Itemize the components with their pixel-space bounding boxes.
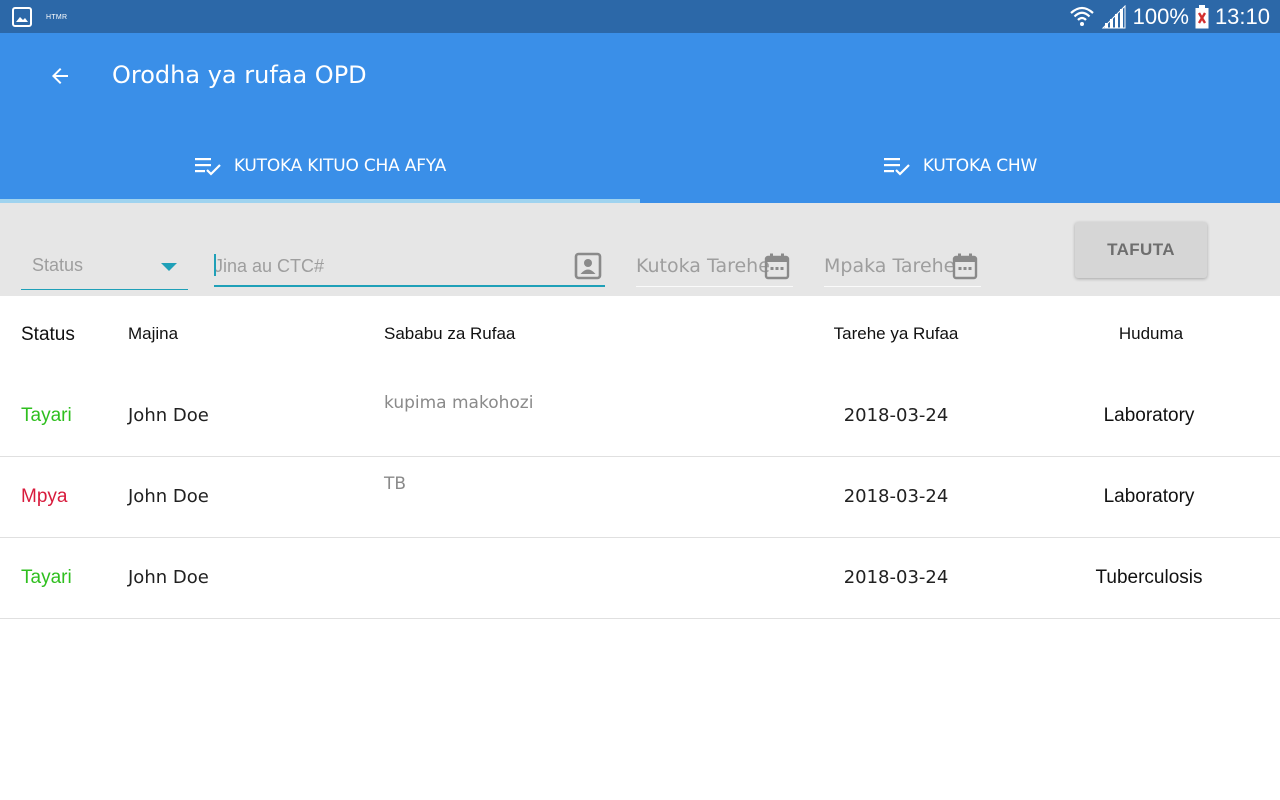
page-title: Orodha ya rufaa OPD xyxy=(112,61,367,89)
status-dropdown[interactable]: Status xyxy=(21,247,188,290)
search-button-label: TAFUTA xyxy=(1107,240,1175,259)
to-date-field[interactable]: Mpaka Tarehe xyxy=(824,247,981,287)
row-status: Tayari xyxy=(21,405,72,426)
text-cursor xyxy=(214,254,216,276)
app-notification-label: HTMR xyxy=(46,13,68,21)
row-reason: kupima makohozi xyxy=(384,393,534,413)
calendar-icon xyxy=(952,253,978,280)
row-service: Laboratory xyxy=(1103,405,1195,426)
wifi-icon xyxy=(1069,6,1094,26)
column-header-name: Majina xyxy=(128,324,179,343)
playlist-check-icon xyxy=(883,158,910,176)
tab-kutoka-kituo-cha-afya[interactable]: KUTOKA KITUO CHA AFYA xyxy=(0,129,640,203)
tab-label: KUTOKA KITUO CHA AFYA xyxy=(233,156,447,176)
table-header: Status Majina Sababu za Rufaa Tarehe ya … xyxy=(0,296,1280,376)
from-date-placeholder: Kutoka Tarehe xyxy=(636,255,770,277)
row-reason: TB xyxy=(384,474,407,494)
table-row[interactable]: Mpya John Doe TB 2018-03-24 Laboratory xyxy=(0,457,1280,538)
row-service: Laboratory xyxy=(1103,486,1195,507)
search-button[interactable]: TAFUTA xyxy=(1075,222,1207,278)
status-bar-left: HTMR xyxy=(12,7,67,27)
row-name: John Doe xyxy=(128,486,209,507)
contact-card-icon[interactable] xyxy=(573,251,603,281)
referral-table: Status Majina Sababu za Rufaa Tarehe ya … xyxy=(0,296,1280,619)
table-row[interactable]: Tayari John Doe kupima makohozi 2018-03-… xyxy=(0,376,1280,457)
gallery-notification-icon xyxy=(12,7,32,27)
dropdown-arrow-icon xyxy=(161,263,177,271)
row-status: Mpya xyxy=(21,486,68,507)
to-date-placeholder: Mpaka Tarehe xyxy=(824,255,956,277)
battery-percentage: 100% xyxy=(1132,3,1189,29)
row-service: Tuberculosis xyxy=(1095,567,1203,588)
name-search-field xyxy=(214,247,605,287)
column-header-status: Status xyxy=(21,324,75,345)
column-header-service: Huduma xyxy=(1118,324,1184,343)
clock: 13:10 xyxy=(1214,3,1270,29)
battery-icon xyxy=(1195,4,1209,28)
name-or-ctc-input[interactable] xyxy=(214,251,564,281)
status-bar-right: 100% 13:10 xyxy=(1069,3,1270,30)
row-date: 2018-03-24 xyxy=(843,486,949,507)
column-header-date: Tarehe ya Rufaa xyxy=(833,324,959,343)
tab-kutoka-chw[interactable]: KUTOKA CHW xyxy=(640,129,1280,203)
from-date-field[interactable]: Kutoka Tarehe xyxy=(636,247,793,287)
calendar-icon xyxy=(764,253,790,280)
status-dropdown-placeholder: Status xyxy=(32,255,84,275)
row-status: Tayari xyxy=(21,567,72,588)
column-header-reason: Sababu za Rufaa xyxy=(384,324,516,343)
row-date: 2018-03-24 xyxy=(843,405,949,426)
table-row[interactable]: Tayari John Doe 2018-03-24 Tuberculosis xyxy=(0,538,1280,619)
arrow-back-icon xyxy=(52,68,68,84)
filter-bar: Status Kutoka Tarehe Mpaka Tarehe xyxy=(0,203,1280,296)
tab-label: KUTOKA CHW xyxy=(922,156,1038,176)
back-button[interactable] xyxy=(44,60,76,92)
row-date: 2018-03-24 xyxy=(843,567,949,588)
row-name: John Doe xyxy=(128,405,209,426)
app-bar: Orodha ya rufaa OPD KUTOKA KITUO CHA AFY… xyxy=(0,33,1280,203)
cellular-signal-icon xyxy=(1101,4,1126,28)
playlist-check-icon xyxy=(194,158,221,176)
system-status-bar: HTMR 100% 13:10 xyxy=(0,0,1280,33)
row-name: John Doe xyxy=(128,567,209,588)
